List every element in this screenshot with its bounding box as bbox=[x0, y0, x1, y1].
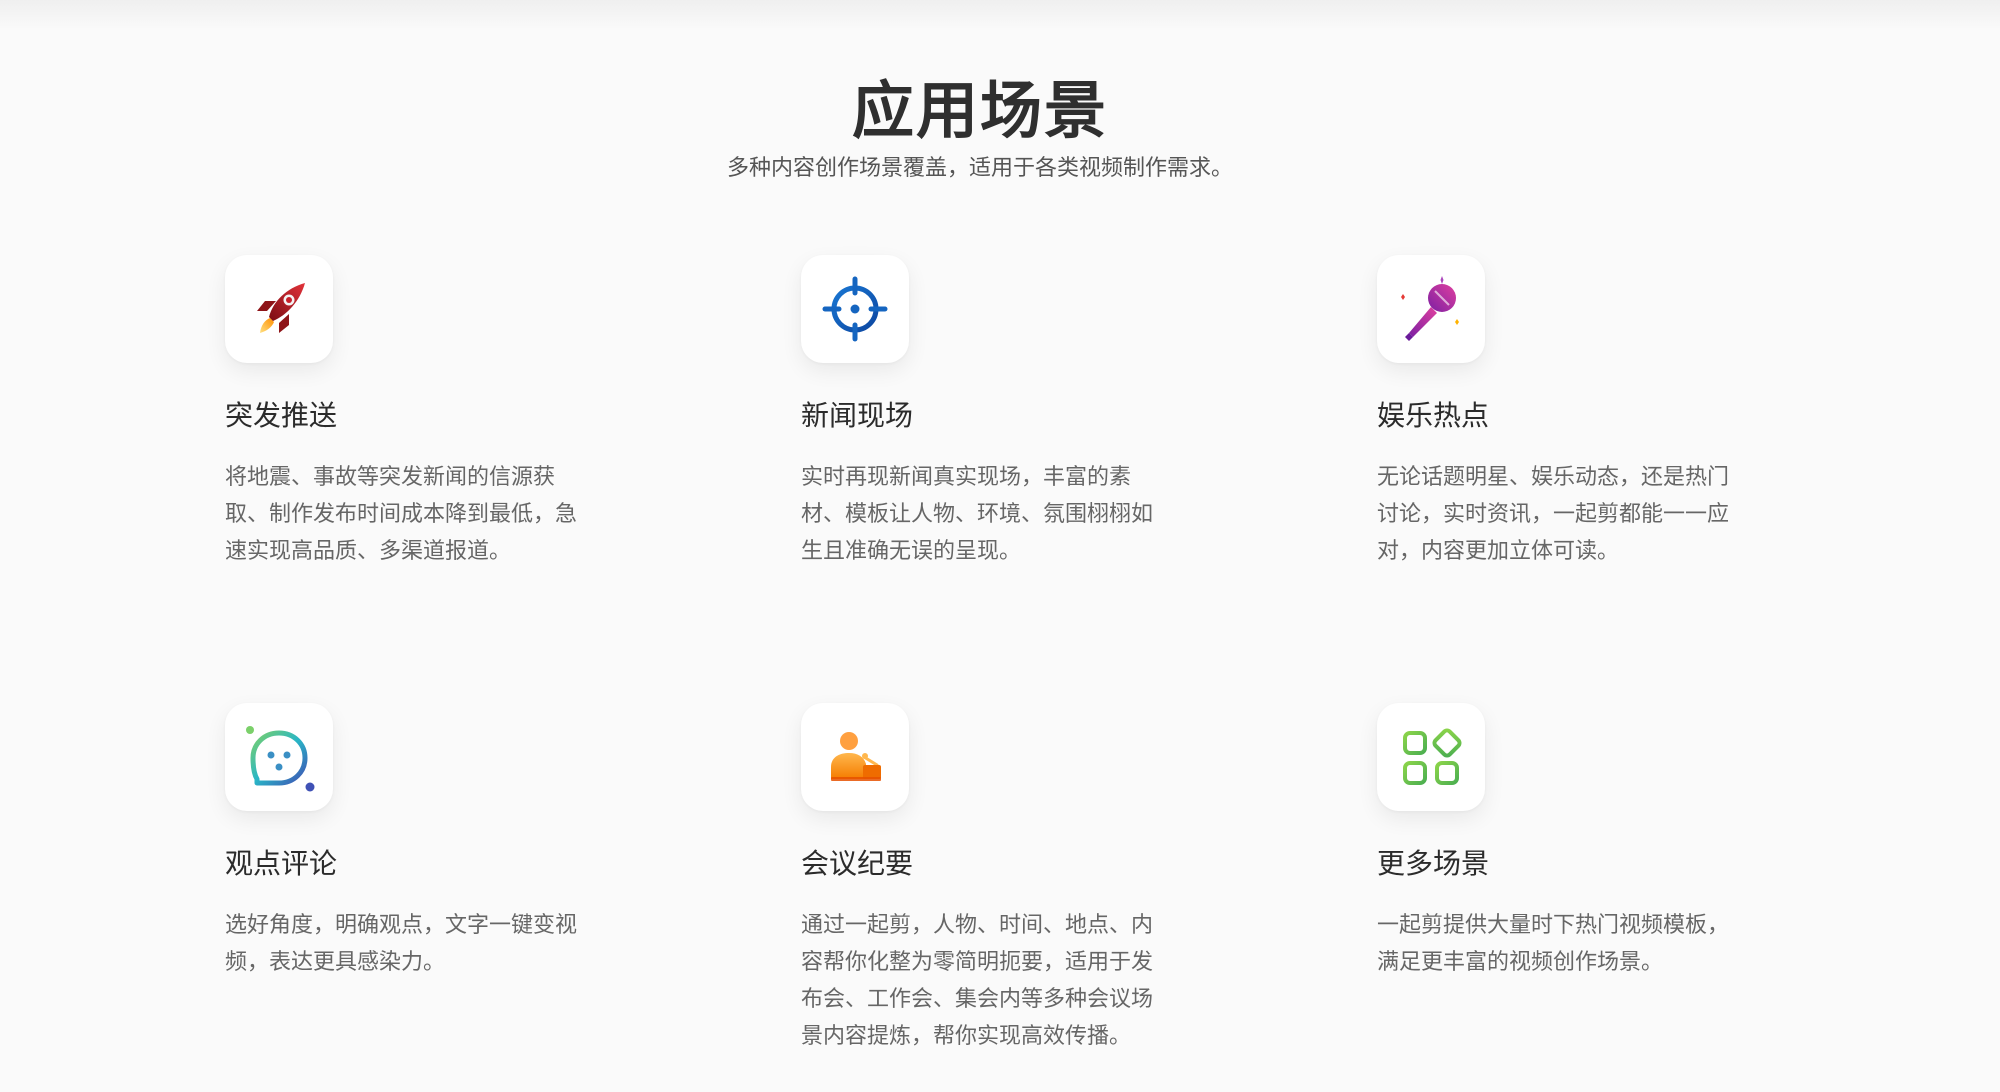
section-subtitle: 多种内容创作场景覆盖，适用于各类视频制作需求。 bbox=[726, 156, 1233, 181]
rocket-icon bbox=[257, 283, 305, 333]
card-icon-box bbox=[801, 255, 909, 363]
card-title: 突发推送 bbox=[225, 399, 338, 432]
card-icon-box bbox=[225, 703, 333, 811]
card-title: 新闻现场 bbox=[801, 399, 914, 432]
crosshair-target-icon bbox=[822, 276, 888, 342]
card-description: 无论话题明星、娱乐动态，还是热门讨论，实时资讯，一起剪都能一一应对，内容更加立体… bbox=[1377, 464, 1730, 564]
card-title: 娱乐热点 bbox=[1377, 399, 1490, 432]
scenario-card-news-scene: 新闻现场 实时再现新闻真实现场，丰富的素材、模板让人物、环境、氛围栩栩如生且准确… bbox=[801, 255, 1241, 570]
card-description: 选好角度，明确观点，文字一键变视频，表达更具感染力。 bbox=[225, 912, 578, 975]
card-title: 会议纪要 bbox=[801, 847, 914, 880]
card-description: 通过一起剪，人物、时间、地点、内容帮你化整为零简明扼要，适用于发布会、工作会、集… bbox=[801, 912, 1154, 1049]
microphone-icon bbox=[1401, 276, 1459, 341]
scenario-card-commentary: 观点评论 选好角度，明确观点，文字一键变视频，表达更具感染力。 bbox=[225, 703, 665, 981]
scenario-card-entertainment: 娱乐热点 无论话题明星、娱乐动态，还是热门讨论，实时资讯，一起剪都能一一应对，内… bbox=[1377, 255, 1817, 570]
scenario-card-more: 更多场景 一起剪提供大量时下热门视频模板，满足更丰富的视频创作场景。 bbox=[1377, 703, 1817, 981]
scenario-card-breaking-news: 突发推送 将地震、事故等突发新闻的信源获取、制作发布时间成本降到最低，急速实现高… bbox=[225, 255, 665, 570]
card-title: 更多场景 bbox=[1377, 847, 1490, 880]
chat-bubble-face-icon bbox=[246, 726, 315, 792]
card-icon-box bbox=[225, 255, 333, 363]
scenario-card-meeting: 会议纪要 通过一起剪，人物、时间、地点、内容帮你化整为零简明扼要，适用于发布会、… bbox=[801, 703, 1241, 1055]
card-icon-box bbox=[1377, 255, 1485, 363]
card-icon-box bbox=[1377, 703, 1485, 811]
card-icon-box bbox=[801, 703, 909, 811]
meeting-speaker-icon bbox=[831, 732, 881, 781]
card-description: 实时再现新闻真实现场，丰富的素材、模板让人物、环境、氛围栩栩如生且准确无误的呈现… bbox=[801, 464, 1154, 564]
top-shade bbox=[0, 0, 2000, 30]
app-grid-icon bbox=[1403, 728, 1462, 785]
card-description: 将地震、事故等突发新闻的信源获取、制作发布时间成本降到最低，急速实现高品质、多渠… bbox=[225, 464, 578, 564]
card-title: 观点评论 bbox=[225, 847, 338, 880]
card-description: 一起剪提供大量时下热门视频模板，满足更丰富的视频创作场景。 bbox=[1377, 912, 1730, 975]
section-title: 应用场景 bbox=[851, 74, 1108, 147]
